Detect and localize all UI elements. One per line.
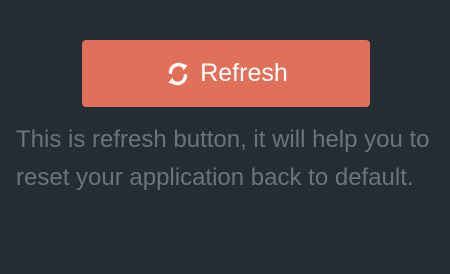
refresh-button[interactable]: Refresh bbox=[82, 40, 370, 107]
refresh-icon bbox=[168, 62, 188, 85]
refresh-button-label: Refresh bbox=[200, 59, 288, 87]
description-text: This is refresh button, it will help you… bbox=[16, 126, 430, 191]
